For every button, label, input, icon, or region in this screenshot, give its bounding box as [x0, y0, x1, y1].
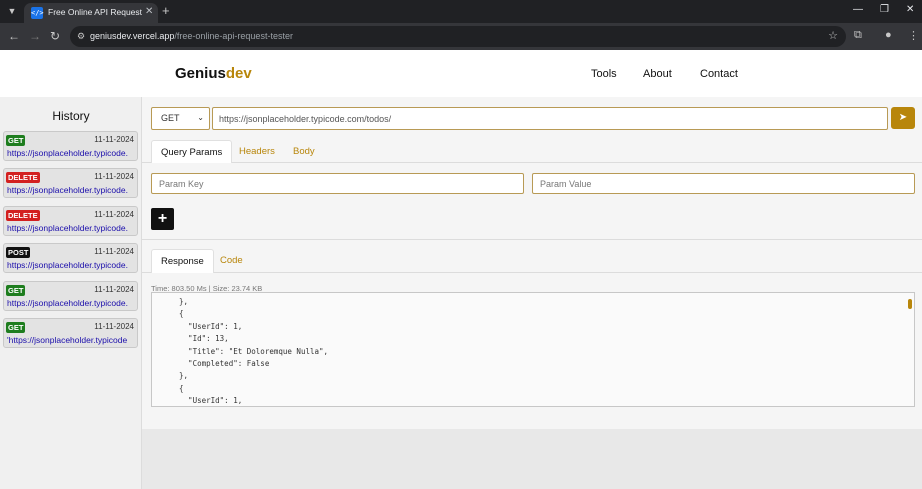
history-url: https://jsonplaceholder.typicode. [7, 148, 128, 158]
address-bar[interactable]: ⚙ geniusdev.vercel.app/free-online-api-r… [70, 26, 846, 47]
restore-icon[interactable]: ❐ [880, 4, 889, 15]
history-item[interactable]: DELETE 11-11-2024 https://jsonplaceholde… [3, 206, 138, 236]
request-tabs: Query Params Headers Body [142, 140, 922, 163]
response-tabs: Response Code [142, 249, 922, 273]
address-url: geniusdev.vercel.app/free-online-api-req… [90, 31, 293, 41]
tab-headers[interactable]: Headers [230, 140, 284, 163]
site-logo[interactable]: Geniusdev [175, 65, 252, 82]
history-date: 11-11-2024 [94, 172, 134, 181]
request-panel: GET ⌄ https://jsonplaceholder.typicode.c… [142, 97, 922, 429]
history-url: 'https://jsonplaceholder.typicode [7, 335, 128, 345]
response-body[interactable]: }, { "UserId": 1, "Id": 13, "Title": "Et… [151, 292, 915, 407]
history-sidebar: History GET 11-11-2024 https://jsonplace… [0, 97, 142, 489]
bookmark-star-icon[interactable]: ☆ [828, 29, 838, 42]
method-badge: GET [6, 285, 26, 296]
minimize-icon[interactable]: — [853, 4, 863, 15]
send-button[interactable]: ➤ [891, 107, 915, 129]
method-badge: DELETE [6, 210, 40, 221]
add-param-button[interactable]: + [151, 208, 174, 230]
method-badge: GET [6, 322, 26, 333]
site-header: Geniusdev Tools About Contact [0, 50, 922, 97]
divider [142, 239, 922, 240]
history-item[interactable]: GET 11-11-2024 https://jsonplaceholder.t… [3, 131, 138, 161]
tab-close-icon[interactable]: ✕ [145, 6, 153, 17]
tab-title: Free Online API Request Tester [48, 7, 142, 17]
browser-tabstrip: ▼ </> Free Online API Request Tester ✕ +… [0, 0, 922, 23]
history-url: https://jsonplaceholder.typicode. [7, 223, 128, 233]
param-value-input[interactable]: Param Value [532, 173, 915, 194]
reload-icon[interactable]: ↻ [50, 29, 60, 43]
forward-icon[interactable]: → [29, 29, 41, 43]
chevron-down-icon: ⌄ [197, 113, 204, 122]
code-favicon-icon: </> [31, 7, 44, 19]
history-item[interactable]: GET 11-11-2024 https://jsonplaceholder.t… [3, 281, 138, 311]
history-url: https://jsonplaceholder.typicode. [7, 185, 128, 195]
nav-about[interactable]: About [643, 68, 672, 80]
request-url-input[interactable]: https://jsonplaceholder.typicode.com/tod… [212, 107, 888, 130]
tab-body[interactable]: Body [284, 140, 324, 163]
history-date: 11-11-2024 [94, 247, 134, 256]
nav-tools[interactable]: Tools [591, 68, 617, 80]
tab-response[interactable]: Response [151, 249, 214, 273]
tab-code[interactable]: Code [211, 249, 252, 273]
history-date: 11-11-2024 [94, 322, 134, 331]
profile-icon[interactable]: ● [885, 29, 892, 41]
tab-search-icon[interactable]: ▼ [4, 3, 20, 19]
response-json: }, { "UserId": 1, "Id": 13, "Title": "Et… [179, 297, 329, 406]
history-url: https://jsonplaceholder.typicode. [7, 298, 128, 308]
history-date: 11-11-2024 [94, 135, 134, 144]
send-icon: ➤ [898, 112, 908, 123]
browser-toolbar: ← → ↻ ⚙ geniusdev.vercel.app/free-online… [0, 23, 922, 50]
history-date: 11-11-2024 [94, 210, 134, 219]
new-tab-icon[interactable]: + [162, 3, 170, 18]
window-close-icon[interactable]: ✕ [906, 4, 914, 15]
scrollbar-thumb[interactable] [908, 299, 912, 309]
back-icon[interactable]: ← [8, 29, 20, 43]
extensions-icon[interactable]: ⧉ [854, 29, 862, 42]
tab-query-params[interactable]: Query Params [151, 140, 233, 163]
menu-icon[interactable]: ⋮ [908, 29, 919, 42]
method-badge: DELETE [6, 172, 40, 183]
method-select[interactable]: GET ⌄ [151, 107, 210, 130]
history-title: History [52, 109, 90, 123]
history-url: https://jsonplaceholder.typicode. [7, 260, 128, 270]
browser-tab[interactable]: </> Free Online API Request Tester ✕ [24, 3, 158, 23]
param-key-input[interactable]: Param Key [151, 173, 524, 194]
history-date: 11-11-2024 [94, 285, 134, 294]
site-settings-icon[interactable]: ⚙ [77, 31, 85, 42]
method-badge: POST [6, 247, 31, 258]
history-item[interactable]: POST 11-11-2024 https://jsonplaceholder.… [3, 243, 138, 273]
history-item[interactable]: GET 11-11-2024 'https://jsonplaceholder.… [3, 318, 138, 348]
nav-contact[interactable]: Contact [700, 68, 738, 80]
method-badge: GET [6, 135, 26, 146]
history-item[interactable]: DELETE 11-11-2024 https://jsonplaceholde… [3, 168, 138, 198]
